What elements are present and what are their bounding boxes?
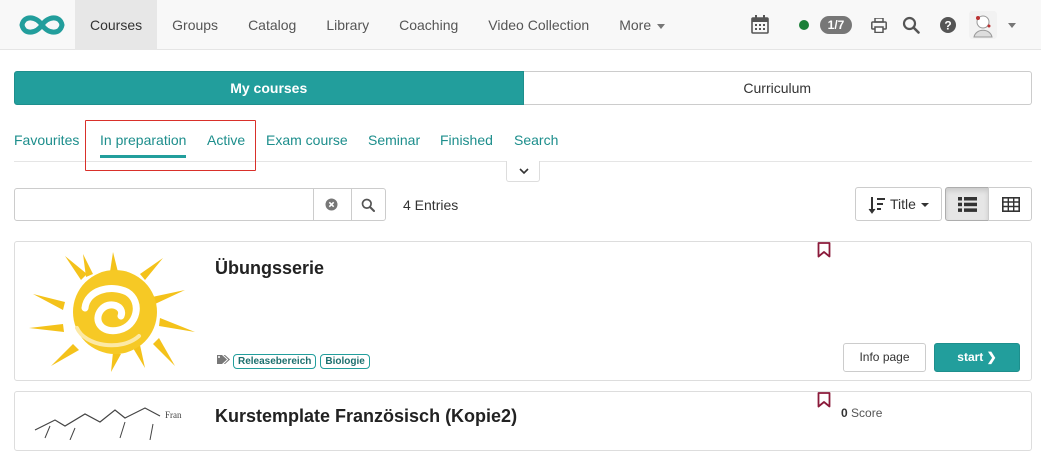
openolat-logo[interactable] [14,11,70,39]
svg-text:Fran: Fran [165,410,182,420]
search-field-group [14,188,386,221]
tab-finished[interactable]: Finished [440,132,493,148]
tag[interactable]: Releasebereich [233,354,317,369]
curriculum-button[interactable]: Curriculum [523,71,1032,105]
course-title[interactable]: Kurstemplate Französisch (Kopie2) [215,406,517,427]
entries-count: 4 Entries [403,197,459,213]
bookmark-icon[interactable] [817,242,831,258]
nav-video-collection[interactable]: Video Collection [473,0,604,50]
course-title[interactable]: Übungsserie [215,258,324,279]
nav-courses[interactable]: Courses [75,0,158,50]
sort-label: Title [890,196,916,212]
sort-icon [868,197,885,214]
nav-library[interactable]: Library [311,0,384,50]
sort-dropdown[interactable]: Title [855,187,942,221]
course-thumbnail[interactable] [25,250,205,372]
online-status-icon[interactable] [799,20,809,30]
course-view-segmented-control: My courses Curriculum [14,71,1032,105]
print-icon[interactable] [871,18,887,33]
chevron-down-icon [519,168,529,175]
help-icon[interactable]: ? [940,17,956,33]
chevron-down-icon [657,23,666,29]
tag[interactable]: Biologie [320,354,370,369]
tag-list: Releasebereich Biologie [233,351,374,369]
top-navbar: Courses Groups Catalog Library Coaching … [0,0,1041,50]
search-icon[interactable] [361,198,375,212]
nav-catalog[interactable]: Catalog [233,0,311,50]
score-value: 0 [841,406,848,420]
course-card: Übungsserie Releasebereich Biologie Info … [14,241,1032,381]
chevron-down-icon [921,203,929,207]
nav-groups[interactable]: Groups [157,0,233,50]
svg-text:?: ? [944,19,951,33]
score-label: Score [851,406,883,420]
highlight-box [85,120,256,171]
list-icon [958,197,977,212]
course-thumbnail[interactable]: Fran [25,400,205,440]
calendar-icon[interactable] [751,15,769,34]
nav-more-label: More [619,17,652,33]
tags-icon [217,355,230,364]
start-button[interactable]: start ❯ [934,343,1020,372]
nav-coaching[interactable]: Coaching [384,0,473,50]
chat-count-badge[interactable]: 1/7 [820,16,852,34]
bookmark-icon[interactable] [817,392,831,408]
tab-favourites[interactable]: Favourites [14,132,79,148]
list-view-button[interactable] [945,187,989,221]
table-icon [1002,197,1020,212]
table-view-button[interactable] [988,187,1032,221]
main-nav: Courses Groups Catalog Library Coaching … [75,0,680,50]
search-input[interactable] [15,189,313,220]
expand-filters-button[interactable] [506,161,540,182]
info-page-button[interactable]: Info page [843,343,926,372]
tab-seminar[interactable]: Seminar [368,132,420,148]
clear-icon[interactable] [325,198,338,211]
course-card: Fran Kurstemplate Französisch (Kopie2) 0… [14,391,1032,451]
nav-more[interactable]: More [604,0,680,50]
start-label: start [957,350,984,364]
search-icon[interactable] [902,16,920,34]
course-score: 0 Score [841,406,882,420]
avatar[interactable] [969,11,997,39]
tab-exam-course[interactable]: Exam course [266,132,348,148]
chevron-down-icon[interactable] [1008,23,1016,28]
chevron-right-icon: ❯ [986,350,997,364]
my-courses-button[interactable]: My courses [14,71,524,105]
tab-search[interactable]: Search [514,132,558,148]
